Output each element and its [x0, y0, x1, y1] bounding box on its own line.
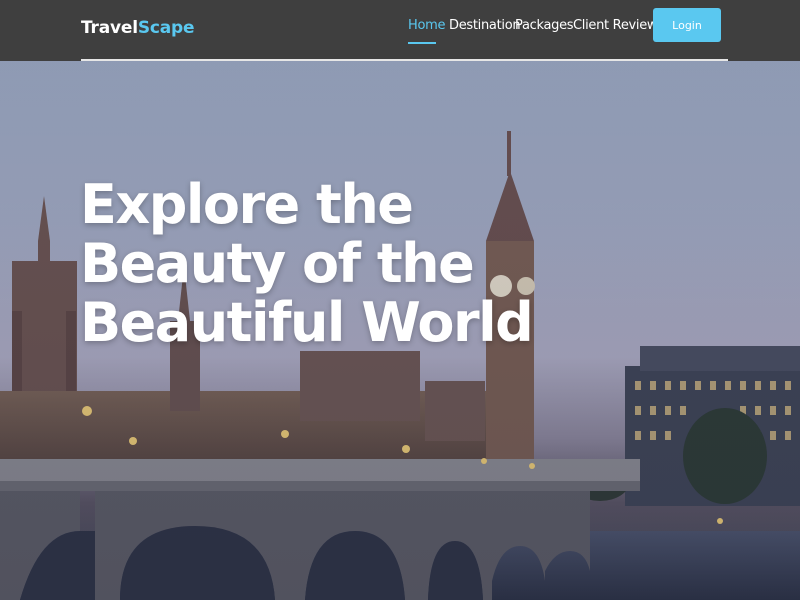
nav-link-packages[interactable]: Packages [515, 18, 574, 33]
brand-logo-part2: Scape [137, 18, 195, 38]
navbar: TravelScape Home Destination Packages Cl… [0, 0, 800, 61]
brand-logo-part1: Travel [81, 18, 138, 38]
hero-section: Explore the Beauty of the Beautiful Worl… [0, 61, 800, 600]
brand-logo[interactable]: TravelScape [81, 18, 195, 38]
nav-active-indicator [408, 42, 436, 44]
nav-link-destination[interactable]: Destination [449, 18, 521, 33]
nav-link-home[interactable]: Home [408, 18, 446, 33]
hero-headline: Explore the Beauty of the Beautiful Worl… [80, 173, 534, 354]
nav-link-client-reviews[interactable]: Client Reviews [573, 18, 664, 33]
login-button[interactable]: Login [653, 8, 721, 42]
